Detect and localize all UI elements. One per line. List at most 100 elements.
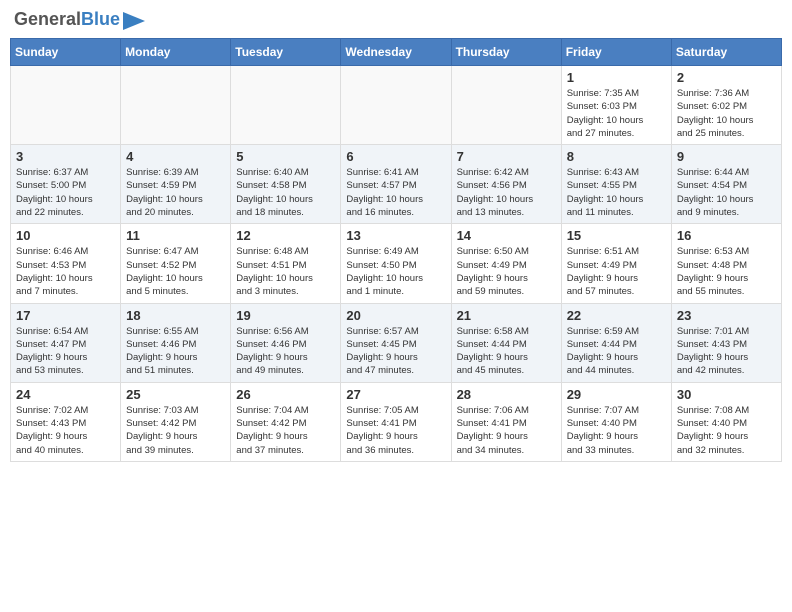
calendar-cell: 8 Sunrise: 6:43 AM Sunset: 4:55 PM Daylig… [561,145,671,224]
calendar-week-1: 1 Sunrise: 7:35 AM Sunset: 6:03 PM Daylig… [11,66,782,145]
calendar-cell: 25 Sunrise: 7:03 AM Sunset: 4:42 PM Dayli… [121,382,231,461]
day-number: 21 [457,308,556,323]
calendar-week-5: 24Sunrise: 7:02 AM Sunset: 4:43 PM Dayli… [11,382,782,461]
day-info: Sunrise: 6:49 AM Sunset: 4:50 PM Dayligh… [346,245,445,298]
day-number: 7 [457,149,556,164]
day-info: Sunrise: 6:41 AM Sunset: 4:57 PM Dayligh… [346,166,445,219]
day-number: 12 [236,228,335,243]
day-number: 3 [16,149,115,164]
day-number: 11 [126,228,225,243]
day-info: Sunrise: 6:39 AM Sunset: 4:59 PM Dayligh… [126,166,225,219]
calendar-cell: 20 Sunrise: 6:57 AM Sunset: 4:45 PM Dayli… [341,303,451,382]
day-info: Sunrise: 6:37 AM Sunset: 5:00 PM Dayligh… [16,166,115,219]
day-info: Sunrise: 6:42 AM Sunset: 4:56 PM Dayligh… [457,166,556,219]
day-number: 1 [567,70,666,85]
calendar-cell: 11 Sunrise: 6:47 AM Sunset: 4:52 PM Dayli… [121,224,231,303]
day-info: Sunrise: 7:36 AM Sunset: 6:02 PM Dayligh… [677,87,776,140]
page-header: GeneralBlue [10,10,782,30]
calendar-header-row: SundayMondayTuesdayWednesdayThursdayFrid… [11,39,782,66]
calendar-cell: 7 Sunrise: 6:42 AM Sunset: 4:56 PM Daylig… [451,145,561,224]
calendar-cell [121,66,231,145]
day-number: 30 [677,387,776,402]
calendar-cell: 24Sunrise: 7:02 AM Sunset: 4:43 PM Dayli… [11,382,121,461]
day-info: Sunrise: 6:47 AM Sunset: 4:52 PM Dayligh… [126,245,225,298]
day-info: Sunrise: 7:35 AM Sunset: 6:03 PM Dayligh… [567,87,666,140]
day-info: Sunrise: 6:50 AM Sunset: 4:49 PM Dayligh… [457,245,556,298]
calendar-cell: 12 Sunrise: 6:48 AM Sunset: 4:51 PM Dayli… [231,224,341,303]
day-info: Sunrise: 7:06 AM Sunset: 4:41 PM Dayligh… [457,404,556,457]
day-number: 24 [16,387,115,402]
day-number: 6 [346,149,445,164]
day-number: 5 [236,149,335,164]
calendar-cell [451,66,561,145]
weekday-header-sunday: Sunday [11,39,121,66]
calendar-cell: 26Sunrise: 7:04 AM Sunset: 4:42 PM Dayli… [231,382,341,461]
calendar-cell: 17 Sunrise: 6:54 AM Sunset: 4:47 PM Dayli… [11,303,121,382]
calendar-week-3: 10 Sunrise: 6:46 AM Sunset: 4:53 PM Dayli… [11,224,782,303]
weekday-header-friday: Friday [561,39,671,66]
day-number: 14 [457,228,556,243]
logo: GeneralBlue [14,10,145,30]
calendar-cell: 21 Sunrise: 6:58 AM Sunset: 4:44 PM Dayli… [451,303,561,382]
day-number: 4 [126,149,225,164]
calendar-week-4: 17 Sunrise: 6:54 AM Sunset: 4:47 PM Dayli… [11,303,782,382]
weekday-header-monday: Monday [121,39,231,66]
day-number: 15 [567,228,666,243]
day-number: 25 [126,387,225,402]
day-number: 9 [677,149,776,164]
day-number: 10 [16,228,115,243]
day-info: Sunrise: 6:44 AM Sunset: 4:54 PM Dayligh… [677,166,776,219]
day-info: Sunrise: 6:43 AM Sunset: 4:55 PM Dayligh… [567,166,666,219]
calendar-cell [341,66,451,145]
day-info: Sunrise: 6:46 AM Sunset: 4:53 PM Dayligh… [16,245,115,298]
day-number: 8 [567,149,666,164]
weekday-header-saturday: Saturday [671,39,781,66]
calendar-cell: 29 Sunrise: 7:07 AM Sunset: 4:40 PM Dayli… [561,382,671,461]
day-number: 2 [677,70,776,85]
calendar-cell: 5Sunrise: 6:40 AM Sunset: 4:58 PM Daylig… [231,145,341,224]
day-number: 28 [457,387,556,402]
day-number: 23 [677,308,776,323]
day-info: Sunrise: 6:54 AM Sunset: 4:47 PM Dayligh… [16,325,115,378]
day-number: 29 [567,387,666,402]
day-info: Sunrise: 6:57 AM Sunset: 4:45 PM Dayligh… [346,325,445,378]
day-number: 20 [346,308,445,323]
day-info: Sunrise: 6:48 AM Sunset: 4:51 PM Dayligh… [236,245,335,298]
calendar-cell: 10 Sunrise: 6:46 AM Sunset: 4:53 PM Dayli… [11,224,121,303]
day-info: Sunrise: 7:05 AM Sunset: 4:41 PM Dayligh… [346,404,445,457]
day-info: Sunrise: 7:07 AM Sunset: 4:40 PM Dayligh… [567,404,666,457]
calendar-cell: 9 Sunrise: 6:44 AM Sunset: 4:54 PM Daylig… [671,145,781,224]
day-number: 17 [16,308,115,323]
calendar-cell: 28 Sunrise: 7:06 AM Sunset: 4:41 PM Dayli… [451,382,561,461]
calendar-cell [231,66,341,145]
day-info: Sunrise: 7:01 AM Sunset: 4:43 PM Dayligh… [677,325,776,378]
day-number: 18 [126,308,225,323]
day-number: 22 [567,308,666,323]
logo-general: General [14,9,81,29]
calendar-cell [11,66,121,145]
day-number: 16 [677,228,776,243]
calendar-week-2: 3 Sunrise: 6:37 AM Sunset: 5:00 PM Daylig… [11,145,782,224]
day-info: Sunrise: 6:55 AM Sunset: 4:46 PM Dayligh… [126,325,225,378]
day-number: 26 [236,387,335,402]
day-info: Sunrise: 6:56 AM Sunset: 4:46 PM Dayligh… [236,325,335,378]
calendar-cell: 30Sunrise: 7:08 AM Sunset: 4:40 PM Dayli… [671,382,781,461]
calendar-cell: 13Sunrise: 6:49 AM Sunset: 4:50 PM Dayli… [341,224,451,303]
calendar-cell: 18 Sunrise: 6:55 AM Sunset: 4:46 PM Dayli… [121,303,231,382]
day-info: Sunrise: 6:58 AM Sunset: 4:44 PM Dayligh… [457,325,556,378]
calendar-cell: 4 Sunrise: 6:39 AM Sunset: 4:59 PM Daylig… [121,145,231,224]
day-info: Sunrise: 6:59 AM Sunset: 4:44 PM Dayligh… [567,325,666,378]
calendar-cell: 3 Sunrise: 6:37 AM Sunset: 5:00 PM Daylig… [11,145,121,224]
day-info: Sunrise: 6:53 AM Sunset: 4:48 PM Dayligh… [677,245,776,298]
calendar-table: SundayMondayTuesdayWednesdayThursdayFrid… [10,38,782,462]
calendar-cell: 1 Sunrise: 7:35 AM Sunset: 6:03 PM Daylig… [561,66,671,145]
calendar-cell: 6 Sunrise: 6:41 AM Sunset: 4:57 PM Daylig… [341,145,451,224]
day-info: Sunrise: 6:51 AM Sunset: 4:49 PM Dayligh… [567,245,666,298]
weekday-header-tuesday: Tuesday [231,39,341,66]
day-number: 27 [346,387,445,402]
calendar-cell: 23 Sunrise: 7:01 AM Sunset: 4:43 PM Dayli… [671,303,781,382]
calendar-cell: 15 Sunrise: 6:51 AM Sunset: 4:49 PM Dayli… [561,224,671,303]
day-info: Sunrise: 7:03 AM Sunset: 4:42 PM Dayligh… [126,404,225,457]
calendar-cell: 14 Sunrise: 6:50 AM Sunset: 4:49 PM Dayli… [451,224,561,303]
calendar-cell: 19Sunrise: 6:56 AM Sunset: 4:46 PM Dayli… [231,303,341,382]
